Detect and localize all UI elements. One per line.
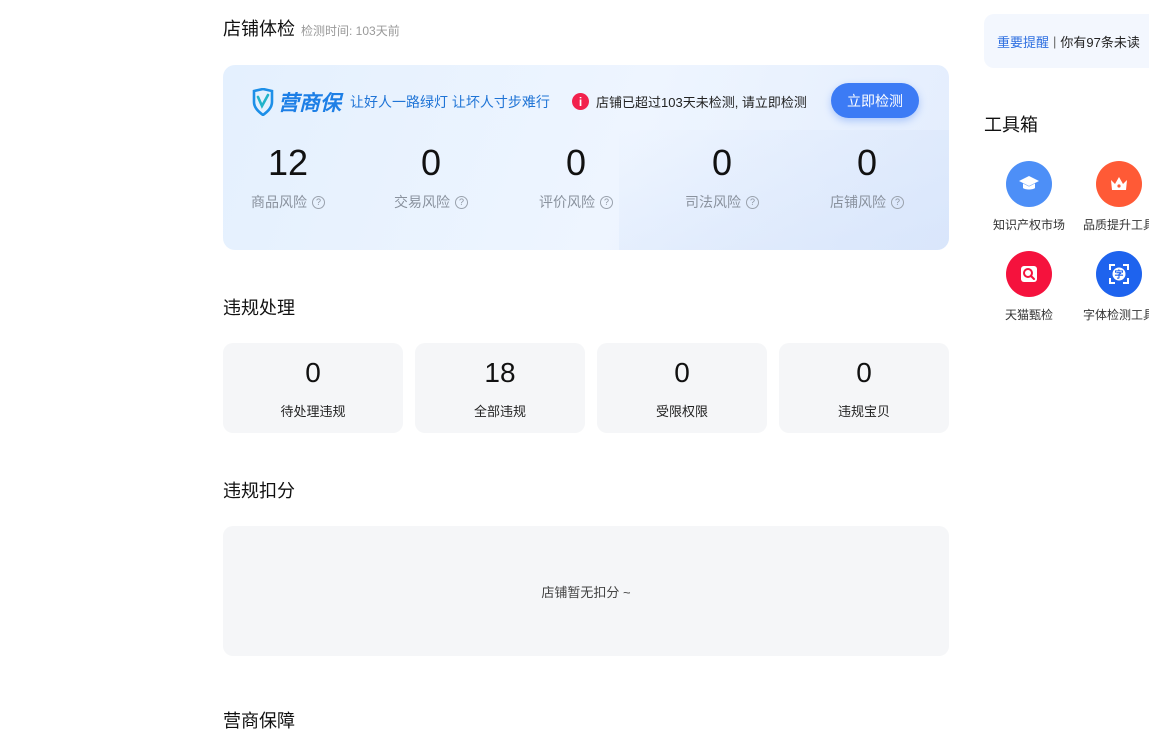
violation-card-pending[interactable]: 0 待处理违规 xyxy=(223,343,403,433)
toolbox-title: 工具箱 xyxy=(984,115,1038,135)
notice-link[interactable]: 重要提醒 xyxy=(997,32,1049,51)
alert-text: 店铺已超过103天未检测, 请立即检测 xyxy=(596,95,807,110)
risk-label-row: 店铺风险? xyxy=(802,192,932,212)
risk-label-row: 商品风险? xyxy=(223,192,353,212)
violation-value: 0 xyxy=(856,357,872,388)
risk-label-row: 交易风险? xyxy=(366,192,496,212)
deduction-title: 违规扣分 xyxy=(223,481,295,501)
risk-label-row: 司法风险? xyxy=(657,192,787,212)
notice-separator: | xyxy=(1053,33,1057,49)
violation-value: 0 xyxy=(674,357,690,388)
violations-title: 违规处理 xyxy=(223,298,295,318)
violation-card-all[interactable]: 18 全部违规 xyxy=(415,343,585,433)
risk-value: 0 xyxy=(420,142,442,183)
tool-label: 知识产权市场 xyxy=(992,218,1065,232)
risk-item-shop[interactable]: 0 店铺风险? xyxy=(802,142,932,212)
tool-ip-market[interactable]: 知识产权市场 xyxy=(984,161,1074,233)
inspection-icon xyxy=(1006,251,1052,297)
tool-label: 天猫甄检 xyxy=(1004,308,1053,322)
alert-info-icon: i xyxy=(572,93,589,110)
check-time: 检测时间: 103天前 xyxy=(301,24,400,38)
tool-font-check[interactable]: 字 字体检测工具 xyxy=(1074,251,1149,323)
risk-value: 0 xyxy=(711,142,733,183)
font-scan-icon: 字 xyxy=(1096,251,1142,297)
health-check-card: 营商保 让好人一路绿灯 让坏人寸步难行 i 店铺已超过103天未检测, 请立即检… xyxy=(223,65,949,250)
risk-label: 商品风险 xyxy=(251,194,307,210)
check-alert: i 店铺已超过103天未检测, 请立即检测 xyxy=(572,92,807,111)
risk-value: 12 xyxy=(267,142,309,183)
brand-logo: 营商保 xyxy=(252,87,341,117)
risk-item-product[interactable]: 12 商品风险? xyxy=(223,142,353,212)
violation-value: 18 xyxy=(484,357,516,388)
violation-label: 违规宝贝 xyxy=(837,404,890,419)
brand-name: 营商保 xyxy=(278,92,341,115)
risk-label-row: 评价风险? xyxy=(511,192,641,212)
violation-label: 待处理违规 xyxy=(280,404,346,419)
risk-label: 店铺风险 xyxy=(830,194,886,210)
risk-label: 评价风险 xyxy=(539,194,595,210)
tool-tmall-inspect[interactable]: 天猫甄检 xyxy=(984,251,1074,323)
brand-slogan: 让好人一路绿灯 让坏人寸步难行 xyxy=(350,94,550,110)
health-check-title-text: 店铺体检 xyxy=(223,19,295,39)
risk-label: 司法风险 xyxy=(685,194,741,210)
help-icon[interactable]: ? xyxy=(746,195,759,209)
guarantee-title: 营商保障 xyxy=(223,711,295,731)
help-icon[interactable]: ? xyxy=(455,195,468,209)
help-icon[interactable]: ? xyxy=(600,195,613,209)
risk-value: 0 xyxy=(565,142,587,183)
help-icon[interactable]: ? xyxy=(891,195,904,209)
violation-label: 全部违规 xyxy=(473,404,526,419)
health-check-title: 店铺体检 检测时间: 103天前 xyxy=(223,15,400,41)
risk-item-review[interactable]: 0 评价风险? xyxy=(511,142,641,212)
deduction-empty-state: 店铺暂无扣分 ~ xyxy=(223,526,949,656)
help-icon[interactable]: ? xyxy=(312,195,325,209)
risk-item-judicial[interactable]: 0 司法风险? xyxy=(657,142,787,212)
crown-icon xyxy=(1096,161,1142,207)
violation-label: 受限权限 xyxy=(655,404,708,419)
notice-unread-text: 你有97条未读 xyxy=(1060,34,1140,50)
tool-label: 品质提升工具 xyxy=(1082,218,1149,232)
violation-value: 0 xyxy=(305,357,321,388)
risk-value: 0 xyxy=(856,142,878,183)
check-now-button[interactable]: 立即检测 xyxy=(831,83,919,118)
shield-check-icon xyxy=(252,88,274,116)
deduction-empty-text: 店铺暂无扣分 ~ xyxy=(541,584,631,600)
tool-quality-improve[interactable]: 品质提升工具 xyxy=(1074,161,1149,233)
violation-card-restricted[interactable]: 0 受限权限 xyxy=(597,343,767,433)
tool-label: 字体检测工具 xyxy=(1082,308,1149,322)
graduation-cap-icon xyxy=(1006,161,1052,207)
svg-text:字: 字 xyxy=(1114,269,1123,281)
important-notice-bar[interactable]: 重要提醒 | 你有97条未读 xyxy=(984,14,1149,68)
risk-item-transaction[interactable]: 0 交易风险? xyxy=(366,142,496,212)
risk-label: 交易风险 xyxy=(394,194,450,210)
violation-card-items[interactable]: 0 违规宝贝 xyxy=(779,343,949,433)
